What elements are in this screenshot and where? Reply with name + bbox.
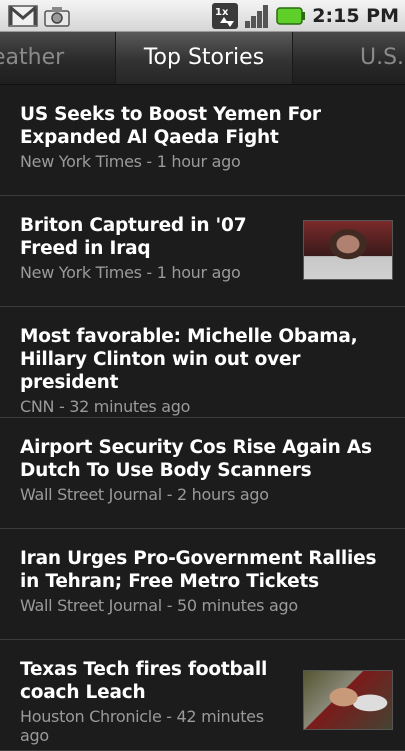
- clock: 2:15 PM: [312, 5, 399, 27]
- story-item[interactable]: Texas Tech fires football coach Leach Ho…: [0, 640, 405, 751]
- data-transfer-icon: 1x: [212, 3, 239, 29]
- story-source-time: CNN - 32 minutes ago: [20, 397, 191, 416]
- section-tab-bar: eather Top Stories U.S.: [0, 32, 405, 85]
- story-item[interactable]: US Seeks to Boost Yemen For Expanded Al …: [0, 85, 405, 196]
- story-thumbnail: [303, 670, 393, 730]
- story-source-time: Wall Street Journal - 2 hours ago: [20, 485, 269, 504]
- story-title: Iran Urges Pro-Government Rallies in Teh…: [20, 548, 377, 592]
- story-item[interactable]: Briton Captured in '07 Freed in Iraq New…: [0, 196, 405, 307]
- tab-top-stories[interactable]: Top Stories: [115, 32, 293, 84]
- status-bar: 1x 2:15 PM: [0, 0, 405, 32]
- story-title: Most favorable: Michelle Obama, Hillary …: [20, 326, 358, 393]
- story-source-time: New York Times - 1 hour ago: [20, 152, 241, 171]
- story-title: Airport Security Cos Rise Again As Dutch…: [20, 437, 372, 481]
- story-source-time: Wall Street Journal - 50 minutes ago: [20, 596, 298, 615]
- tab-weather[interactable]: eather: [0, 32, 64, 84]
- story-thumbnail: [303, 220, 393, 280]
- story-item[interactable]: Iran Urges Pro-Government Rallies in Teh…: [0, 529, 405, 640]
- gmail-icon: [8, 5, 38, 27]
- story-title: US Seeks to Boost Yemen For Expanded Al …: [20, 104, 321, 148]
- tab-us[interactable]: U.S.: [360, 32, 404, 84]
- story-item[interactable]: Airport Security Cos Rise Again As Dutch…: [0, 418, 405, 529]
- battery-icon: [276, 7, 306, 25]
- story-list: US Seeks to Boost Yemen For Expanded Al …: [0, 85, 405, 751]
- camera-icon: [44, 7, 70, 27]
- svg-text:1x: 1x: [215, 7, 229, 18]
- story-item[interactable]: Most favorable: Michelle Obama, Hillary …: [0, 307, 405, 418]
- signal-icon: [245, 5, 269, 28]
